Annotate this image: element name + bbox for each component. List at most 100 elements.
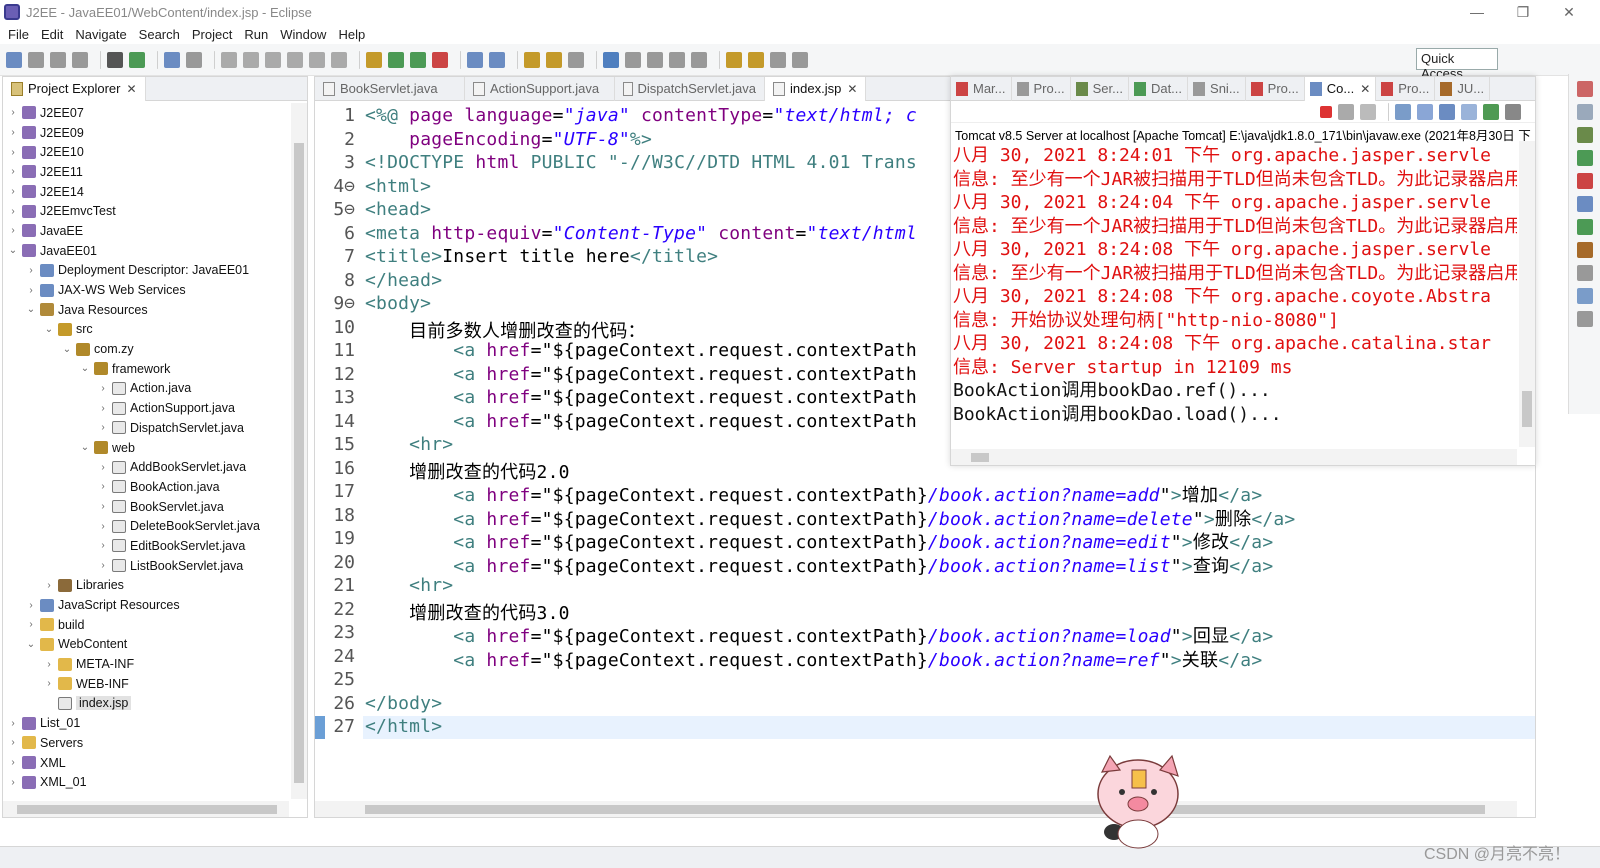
open-type-icon[interactable] bbox=[524, 51, 540, 68]
code-line[interactable]: 目前多数人增删改查的代码： bbox=[365, 317, 646, 343]
tree-item[interactable]: › J2EE11 bbox=[3, 162, 289, 182]
remove-all-icon[interactable] bbox=[1360, 103, 1376, 120]
expanded-chevron-icon[interactable]: ⌄ bbox=[61, 344, 73, 355]
tree-item[interactable]: › J2EEmvcTest bbox=[3, 201, 289, 221]
prev-annotation-icon[interactable] bbox=[669, 51, 685, 68]
collapsed-chevron-icon[interactable]: › bbox=[97, 560, 109, 571]
last-edit-icon[interactable] bbox=[691, 51, 707, 68]
annotation-icon[interactable] bbox=[625, 51, 641, 68]
code-line[interactable]: <%@ page language="java" contentType="te… bbox=[365, 105, 917, 126]
tree-item[interactable]: › Deployment Descriptor: JavaEE01 bbox=[3, 261, 289, 281]
tab-console-view[interactable]: Pro... bbox=[1012, 76, 1071, 101]
collapsed-chevron-icon[interactable]: › bbox=[7, 718, 19, 729]
quick-access-input[interactable]: Quick Access bbox=[1416, 48, 1498, 81]
expanded-chevron-icon[interactable]: ⌄ bbox=[7, 245, 19, 256]
tree-item[interactable]: ⌄ framework bbox=[3, 359, 289, 379]
terminate-icon[interactable] bbox=[1320, 105, 1332, 118]
close-button[interactable]: ✕ bbox=[1546, 0, 1592, 24]
new-class-icon[interactable] bbox=[489, 51, 505, 68]
code-line[interactable]: <title>Insert title here</title> bbox=[365, 246, 718, 267]
close-icon[interactable]: ✕ bbox=[1360, 82, 1370, 96]
code-line[interactable]: 增删改查的代码2.0 bbox=[365, 458, 570, 484]
code-line[interactable]: <hr> bbox=[365, 575, 453, 596]
tree-item[interactable]: › Servers bbox=[3, 733, 289, 753]
code-line[interactable]: <a href="${pageContext.request.contextPa… bbox=[365, 340, 917, 361]
collapsed-chevron-icon[interactable]: › bbox=[43, 678, 55, 689]
menu-navigate[interactable]: Navigate bbox=[75, 27, 126, 42]
step-over-icon[interactable] bbox=[265, 51, 281, 68]
step-into-icon[interactable] bbox=[243, 51, 259, 68]
tab-editor-file[interactable]: ActionSupport.java bbox=[465, 76, 615, 101]
code-line[interactable]: <body> bbox=[365, 293, 431, 314]
pin-icon[interactable] bbox=[770, 51, 786, 68]
code-line[interactable]: pageEncoding="UTF-8"%> bbox=[365, 129, 652, 150]
close-icon[interactable]: ✕ bbox=[126, 82, 136, 96]
tree-item[interactable]: › JavaEE bbox=[3, 221, 289, 241]
search-icon[interactable] bbox=[568, 51, 584, 68]
collapsed-chevron-icon[interactable]: › bbox=[97, 403, 109, 414]
debug-icon[interactable] bbox=[186, 51, 202, 68]
tree-item[interactable]: › META-INF bbox=[3, 654, 289, 674]
tab-editor-file[interactable]: BookServlet.java bbox=[315, 76, 465, 101]
code-line[interactable]: <a href="${pageContext.request.contextPa… bbox=[365, 528, 1273, 554]
tab-console-view[interactable]: Dat... bbox=[1129, 76, 1189, 101]
hierarchy-icon[interactable] bbox=[1577, 288, 1593, 304]
new-server-icon[interactable] bbox=[467, 51, 483, 68]
collapsed-chevron-icon[interactable]: › bbox=[7, 107, 19, 118]
collapsed-chevron-icon[interactable]: › bbox=[97, 521, 109, 532]
coverage-icon[interactable] bbox=[432, 51, 448, 68]
collapsed-chevron-icon[interactable]: › bbox=[97, 481, 109, 492]
tab-console-view[interactable]: Sni... bbox=[1188, 76, 1246, 101]
collapsed-chevron-icon[interactable]: › bbox=[7, 186, 19, 197]
tree-item[interactable]: › J2EE10 bbox=[3, 142, 289, 162]
tree-vertical-scrollbar[interactable] bbox=[291, 103, 307, 799]
tab-console-view[interactable]: Pro... bbox=[1246, 76, 1305, 101]
code-line[interactable]: <a href="${pageContext.request.contextPa… bbox=[365, 646, 1262, 672]
clear-console-icon[interactable] bbox=[1395, 103, 1411, 120]
tab-project-explorer[interactable]: Project Explorer ✕ bbox=[3, 76, 146, 101]
task-list-icon[interactable] bbox=[1577, 104, 1593, 120]
tree-item[interactable]: › EditBookServlet.java bbox=[3, 536, 289, 556]
tree-item[interactable]: ⌄ src bbox=[3, 320, 289, 340]
expanded-chevron-icon[interactable]: ⌄ bbox=[25, 639, 37, 650]
tree-item[interactable]: › DeleteBookServlet.java bbox=[3, 516, 289, 536]
forward-icon[interactable] bbox=[748, 51, 764, 68]
save-icon[interactable] bbox=[28, 51, 44, 68]
tree-item[interactable]: › build bbox=[3, 615, 289, 635]
collapsed-chevron-icon[interactable]: › bbox=[97, 462, 109, 473]
code-line[interactable]: 增删改查的代码3.0 bbox=[365, 599, 570, 625]
progress-icon[interactable] bbox=[1577, 219, 1593, 235]
use-step-filters-icon[interactable] bbox=[331, 51, 347, 68]
code-line[interactable]: <a href="${pageContext.request.contextPa… bbox=[365, 387, 917, 408]
expanded-chevron-icon[interactable]: ⌄ bbox=[43, 324, 55, 335]
code-line[interactable]: <a href="${pageContext.request.contextPa… bbox=[365, 364, 917, 385]
expanded-chevron-icon[interactable]: ⌄ bbox=[79, 363, 91, 374]
editor-horizontal-scrollbar[interactable] bbox=[315, 801, 1517, 817]
collapsed-chevron-icon[interactable]: › bbox=[7, 206, 19, 217]
menu-window[interactable]: Window bbox=[280, 27, 326, 42]
collapsed-chevron-icon[interactable]: › bbox=[25, 265, 37, 276]
expanded-chevron-icon[interactable]: ⌄ bbox=[79, 442, 91, 453]
tree-item[interactable]: › JAX-WS Web Services bbox=[3, 280, 289, 300]
save-all-icon[interactable] bbox=[50, 51, 66, 68]
collapsed-chevron-icon[interactable]: › bbox=[97, 501, 109, 512]
collapsed-chevron-icon[interactable]: › bbox=[7, 147, 19, 158]
console-vertical-scrollbar[interactable] bbox=[1519, 141, 1535, 447]
collapsed-chevron-icon[interactable]: › bbox=[7, 225, 19, 236]
tree-item[interactable]: › List_01 bbox=[3, 713, 289, 733]
pin-console-icon[interactable] bbox=[1461, 103, 1477, 120]
tree-item[interactable]: ⌄ web bbox=[3, 438, 289, 458]
code-line[interactable]: </body> bbox=[365, 693, 442, 714]
code-line[interactable]: <hr> bbox=[365, 434, 453, 455]
collapsed-chevron-icon[interactable]: › bbox=[97, 383, 109, 394]
menu-run[interactable]: Run bbox=[244, 27, 268, 42]
tree-item[interactable]: › J2EE09 bbox=[3, 123, 289, 143]
tree-item[interactable]: ⌄ WebContent bbox=[3, 635, 289, 655]
properties-icon[interactable] bbox=[1577, 311, 1593, 327]
word-wrap-icon[interactable] bbox=[1439, 103, 1455, 120]
tree-item[interactable]: ⌄ com.zy bbox=[3, 339, 289, 359]
code-line[interactable]: <html> bbox=[365, 176, 431, 197]
open-task-icon[interactable] bbox=[546, 51, 562, 68]
tree-item[interactable]: › Libraries bbox=[3, 576, 289, 596]
menu-search[interactable]: Search bbox=[139, 27, 180, 42]
